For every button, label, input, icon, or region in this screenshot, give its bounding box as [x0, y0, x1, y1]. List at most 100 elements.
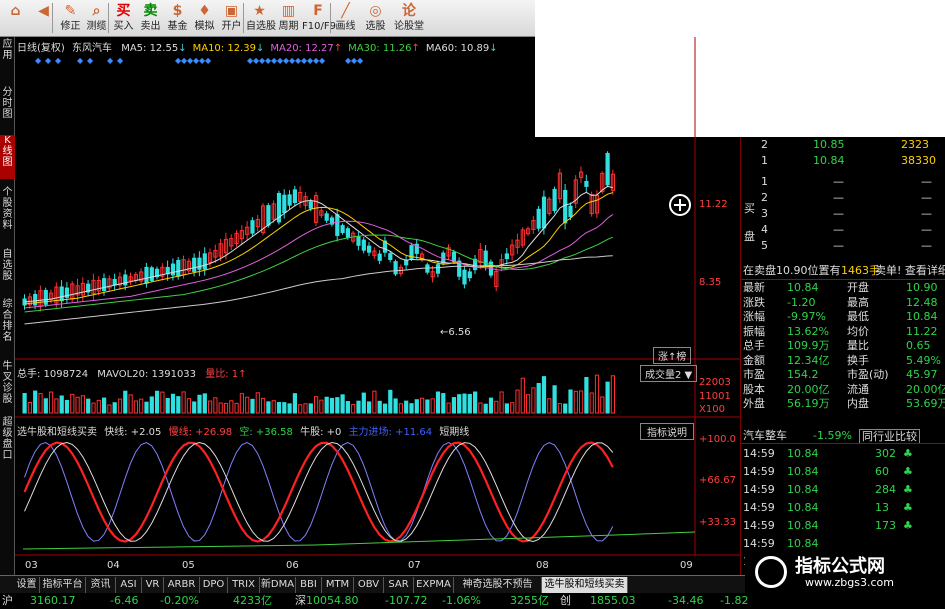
chart-canvas[interactable]: ◆ ◆ ◆ ◆ ◆ ◆ ◆ ◆ ◆ ◆ ◆ ◆ ◆ ◆ ◆ ◆ ◆ ◆ ◆ ◆ ◆ ◆ ◆ ◆ ◆ ◆ ◆ ◆ ◆11.228.35←6… — [15, 37, 740, 575]
tab-15[interactable]: 选牛股和短线买卖 — [542, 577, 628, 593]
volume-bar — [308, 403, 313, 414]
price-axis-label: 8.35 — [699, 277, 721, 288]
volume-bar — [520, 377, 525, 414]
toolbar-button-8[interactable]: ▣ 开户 — [218, 1, 245, 36]
volume-bar — [462, 393, 467, 414]
favorites-icon: ★ — [253, 3, 266, 19]
tick-time: 14:59 — [743, 483, 775, 496]
toolbar-button-6[interactable]: $ 基金 — [164, 1, 191, 36]
volume-bar — [483, 403, 488, 414]
ask-volume: 2323 — [901, 138, 929, 151]
volume-bar — [33, 390, 38, 414]
toolbar-button-3[interactable]: ⌕ 测缆 — [83, 1, 110, 36]
toolbar-button-9[interactable]: ★ 自选股 — [246, 1, 276, 36]
slow-line-value: 慢线: +26.98 — [168, 427, 233, 438]
stat-value-2: 10.84 — [906, 310, 938, 323]
stat-label-2: 最低 — [847, 310, 869, 323]
tab-6[interactable]: DPO — [200, 577, 228, 593]
rank-tag[interactable]: 涨↑榜 — [653, 347, 692, 364]
left-nav-item-7[interactable]: 超级盘口 — [0, 417, 15, 472]
left-nav-item-2[interactable]: K线图 — [0, 135, 15, 179]
volume-bar — [610, 375, 615, 414]
volume-selector[interactable]: 成交量2 ▼ — [640, 365, 698, 382]
candle-body — [568, 205, 573, 217]
toolbar-label: 论股堂 — [394, 21, 424, 32]
volume-bar — [584, 377, 589, 414]
tab-12[interactable]: SAR — [384, 577, 414, 593]
tab-11[interactable]: OBV — [354, 577, 384, 593]
toolbar-button-12[interactable]: ╱ 画线 — [332, 1, 359, 36]
bid-price: — — [833, 175, 844, 188]
left-nav-item-1[interactable]: 分时图 — [0, 87, 15, 131]
tab-1[interactable]: 指标平台 — [40, 577, 86, 593]
volume-bar — [409, 403, 414, 414]
industry-name: 汽车整车 — [743, 429, 787, 442]
volume-bar — [239, 393, 245, 414]
tab-7[interactable]: TRIX — [228, 577, 260, 593]
status-sz_amt: 3255亿 — [510, 594, 549, 607]
volume-bar — [573, 390, 578, 414]
toolbar-button-2[interactable]: ✎ 修正 — [57, 1, 84, 36]
tab-3[interactable]: ASI — [116, 577, 142, 593]
tab-14[interactable]: 神奇选股不预告 — [454, 577, 542, 593]
toolbar-button-5[interactable]: 卖卖出 — [137, 1, 164, 36]
bid-volume: — — [921, 223, 932, 236]
chart-area[interactable]: ◆ ◆ ◆ ◆ ◆ ◆ ◆ ◆ ◆ ◆ ◆ ◆ ◆ ◆ ◆ ◆ ◆ ◆ ◆ ◆ ◆ ◆ ◆ ◆ ◆ ◆ ◆ ◆ ◆ 11.22 8.35 ←6… — [15, 37, 740, 575]
volume-bar — [372, 390, 377, 414]
stat-row: 涨幅 -9.97% 最低 10.84 — [741, 310, 945, 323]
industry-compare-button[interactable]: 同行业比较 — [859, 429, 920, 444]
order-alert-link[interactable]: 卖单! 查看详细 — [875, 264, 945, 277]
signal-diamond: ◆ — [35, 56, 42, 65]
volume-bar — [473, 391, 478, 414]
short-line-label: 短期线 — [439, 427, 470, 438]
signal-diamond: ◆ — [357, 56, 364, 65]
volume-bar — [435, 391, 441, 414]
tab-13[interactable]: EXPMA — [414, 577, 454, 593]
stat-row: 外盘 56.19万 内盘 53.69万 — [741, 397, 945, 410]
left-nav: 应用分时图 K线图个股资料自选股综合排名牛叉诊股超级盘口 — [0, 37, 15, 575]
niu-value: 牛股: +0 — [300, 427, 342, 438]
toolbar-button-14[interactable]: 论论股堂 — [392, 1, 426, 36]
volume-bar — [568, 389, 573, 414]
tab-0[interactable]: 设置 — [14, 577, 40, 593]
volume-bar — [547, 398, 552, 414]
volume-bar — [38, 393, 43, 414]
toolbar-button-4[interactable]: 买买入 — [110, 1, 137, 36]
left-nav-item-4[interactable]: 自选股 — [0, 249, 15, 293]
tab-4[interactable]: VR — [142, 577, 164, 593]
candle-body — [404, 259, 409, 266]
volume-bar — [160, 391, 165, 414]
tick-price: 10.84 — [787, 519, 819, 532]
toolbar-button-0[interactable]: ⌂ — [2, 1, 29, 36]
draw-line-icon: ╱ — [341, 3, 350, 19]
tab-9[interactable]: BBI — [296, 577, 322, 593]
candle-body — [388, 253, 393, 261]
volume-bar — [86, 398, 91, 414]
tab-8[interactable]: 新DMA — [260, 577, 296, 593]
toolbar-button-13[interactable]: ◎ 选股 — [362, 1, 389, 36]
status-sh_amt: 4233亿 — [233, 594, 272, 607]
period-icon: ▥ — [281, 3, 296, 19]
volume-bar — [181, 391, 186, 414]
signal-diamond: ◆ — [55, 56, 62, 65]
ma-label-1: MA10: 12.39 — [192, 43, 256, 54]
toolbar-separator — [330, 3, 331, 33]
candle-body — [345, 228, 350, 238]
left-nav-item-3[interactable]: 个股资料 — [0, 187, 15, 242]
bid-level: 1 — [761, 175, 768, 188]
tab-2[interactable]: 资讯 — [86, 577, 116, 593]
industry-row: 汽车整车 -1.59% 同行业比较 — [741, 429, 945, 444]
bid-row: 5 — — — [741, 239, 945, 252]
main-force-value: 主力进场: +11.64 — [348, 427, 433, 438]
volume-bar — [107, 404, 112, 414]
left-nav-item-0[interactable]: 应用 — [0, 39, 15, 61]
left-nav-item-5[interactable]: 综合排名 — [0, 299, 15, 354]
toolbar-button-10[interactable]: ▥ 周期 — [275, 1, 302, 36]
tab-10[interactable]: MTM — [322, 577, 354, 593]
toolbar-button-7[interactable]: ♦ 模拟 — [191, 1, 218, 36]
volume-bar — [420, 397, 425, 414]
left-nav-item-6[interactable]: 牛叉诊股 — [0, 361, 15, 405]
indicator-help-button[interactable]: 指标说明 — [640, 423, 694, 440]
volume-bar — [223, 402, 229, 414]
tab-5[interactable]: ARBR — [164, 577, 200, 593]
